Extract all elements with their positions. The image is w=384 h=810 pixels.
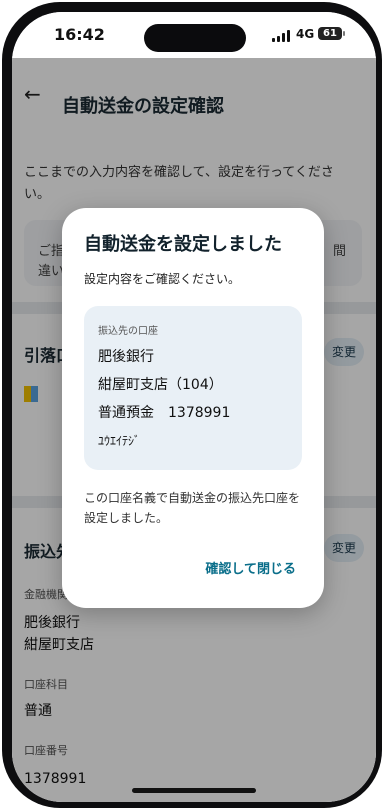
phone-frame: 16:42 4G 61 ← 自動送金の設定確認 ここまでの入力内容を確認して、設…	[2, 2, 382, 808]
account-summary-card: 振込先の口座 肥後銀行 紺屋町支店（104） 普通預金 1378991 ﾕｳｴｲ…	[84, 306, 302, 470]
confirm-close-button[interactable]: 確認して閉じる	[205, 558, 296, 577]
network-type: 4G	[296, 27, 315, 41]
status-time: 16:42	[54, 25, 105, 44]
account-holder-kana: ﾕｳｴｲﾃｼﾞ	[98, 434, 141, 448]
account-card-label: 振込先の口座	[98, 326, 158, 337]
dialog-title: 自動送金を設定しました	[84, 234, 282, 255]
account-bank: 肥後銀行	[98, 349, 154, 365]
dialog-message: この口座名義で自動送金の振込先口座を設定しました。	[84, 491, 301, 525]
phone-device: 16:42 4G 61 ← 自動送金の設定確認 ここまでの入力内容を確認して、設…	[0, 0, 384, 810]
account-number-line: 普通預金 1378991	[98, 405, 231, 421]
account-branch: 紺屋町支店（104）	[98, 377, 223, 393]
signal-icon	[272, 30, 292, 42]
screen: 16:42 4G 61 ← 自動送金の設定確認 ここまでの入力内容を確認して、設…	[12, 12, 376, 802]
home-indicator[interactable]	[132, 788, 256, 793]
dynamic-island	[144, 24, 246, 52]
battery-icon: 61	[318, 27, 345, 40]
dialog-subtitle: 設定内容をご確認ください。	[84, 272, 241, 286]
status-bar: 16:42 4G 61	[12, 12, 376, 58]
confirmation-dialog: 自動送金を設定しました 設定内容をご確認ください。 振込先の口座 肥後銀行 紺屋…	[62, 208, 324, 608]
